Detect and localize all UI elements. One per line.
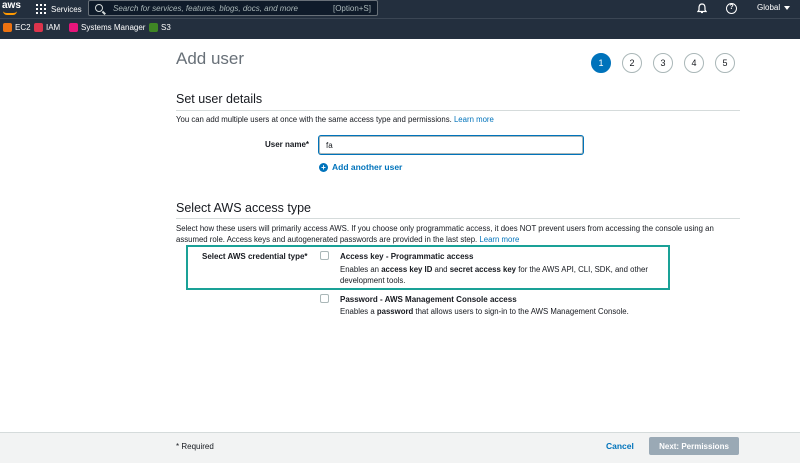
favorite-label: S3 <box>161 23 171 32</box>
option-desc-bold: secret access key <box>449 265 517 274</box>
aws-logo[interactable]: aws <box>2 1 24 17</box>
learn-more-link[interactable]: Learn more <box>479 235 519 244</box>
cancel-button[interactable]: Cancel <box>606 441 634 451</box>
plus-circle-icon: + <box>319 162 328 172</box>
page-title: Add user <box>176 49 245 68</box>
next-permissions-button[interactable]: Next: Permissions <box>649 437 739 455</box>
option-desc-text: Enables a <box>340 307 377 316</box>
step-2[interactable]: 2 <box>622 53 642 73</box>
add-another-user-label: Add another user <box>332 162 403 172</box>
console-access-description: Enables a password that allows users to … <box>340 306 670 317</box>
aws-logo-text: aws <box>2 0 21 11</box>
favorite-ec2[interactable]: EC2 <box>3 23 31 32</box>
programmatic-access-checkbox[interactable] <box>320 251 329 260</box>
chevron-down-icon <box>784 5 791 10</box>
user-details-heading: Set user details <box>176 92 263 106</box>
bell-icon[interactable] <box>697 3 707 14</box>
console-access-title: Password - AWS Management Console access <box>340 295 517 304</box>
search-shortcut: [Option+S] <box>332 3 371 13</box>
programmatic-access-description: Enables an access key ID and secret acce… <box>340 264 660 286</box>
section-divider <box>176 110 740 111</box>
region-label: Global <box>757 3 781 12</box>
favorite-iam[interactable]: IAM <box>34 23 60 32</box>
favorite-label: IAM <box>46 23 61 32</box>
option-desc-text: Enables an <box>340 265 382 274</box>
s3-icon <box>149 23 158 32</box>
systems-manager-icon <box>69 23 78 32</box>
step-3[interactable]: 3 <box>653 53 673 73</box>
programmatic-access-title: Access key - Programmatic access <box>340 252 474 261</box>
step-5[interactable]: 5 <box>715 53 735 73</box>
region-selector[interactable]: Global <box>757 3 791 12</box>
search-input[interactable]: Search for services, features, blogs, do… <box>88 0 378 16</box>
wizard-steps: 1 2 3 4 5 <box>591 53 735 73</box>
services-menu-button[interactable]: Services <box>36 3 82 15</box>
required-note: * Required <box>176 442 214 451</box>
top-nav-bar: aws Services Search for services, featur… <box>0 0 800 18</box>
option-desc-bold: password <box>376 307 414 316</box>
step-1[interactable]: 1 <box>591 53 611 73</box>
search-icon <box>95 4 103 12</box>
grid-icon <box>36 4 46 14</box>
help-icon[interactable]: ? <box>726 3 737 14</box>
add-another-user-button[interactable]: + Add another user <box>319 162 402 172</box>
user-name-label: User name* <box>265 140 310 149</box>
credential-type-label: Select AWS credential type* <box>202 252 308 261</box>
step-4[interactable]: 4 <box>684 53 704 73</box>
search-placeholder: Search for services, features, blogs, do… <box>113 3 298 13</box>
iam-icon <box>34 23 43 32</box>
favorite-label: EC2 <box>15 23 31 32</box>
ec2-icon <box>3 23 12 32</box>
user-name-input[interactable]: fa <box>319 136 583 154</box>
favorite-systems-manager[interactable]: Systems Manager <box>69 23 145 32</box>
favorite-s3[interactable]: S3 <box>149 23 171 32</box>
option-desc-text: that allows users to sign-in to the AWS … <box>413 307 629 316</box>
user-details-description-text: You can add multiple users at once with … <box>176 115 452 124</box>
services-label: Services <box>51 4 82 14</box>
access-type-heading: Select AWS access type <box>176 201 312 215</box>
option-desc-text: and <box>432 265 450 274</box>
access-type-description: Select how these users will primarily ac… <box>176 223 742 245</box>
user-details-description: You can add multiple users at once with … <box>176 114 740 125</box>
favorite-label: Systems Manager <box>81 23 146 32</box>
section-divider <box>176 218 740 219</box>
favorites-bar: EC2 IAM Systems Manager S3 <box>0 18 800 39</box>
console-access-checkbox[interactable] <box>320 294 329 303</box>
access-type-description-text: Select how these users will primarily ac… <box>176 224 714 244</box>
learn-more-link[interactable]: Learn more <box>454 115 494 124</box>
option-desc-bold: access key ID <box>381 265 433 274</box>
